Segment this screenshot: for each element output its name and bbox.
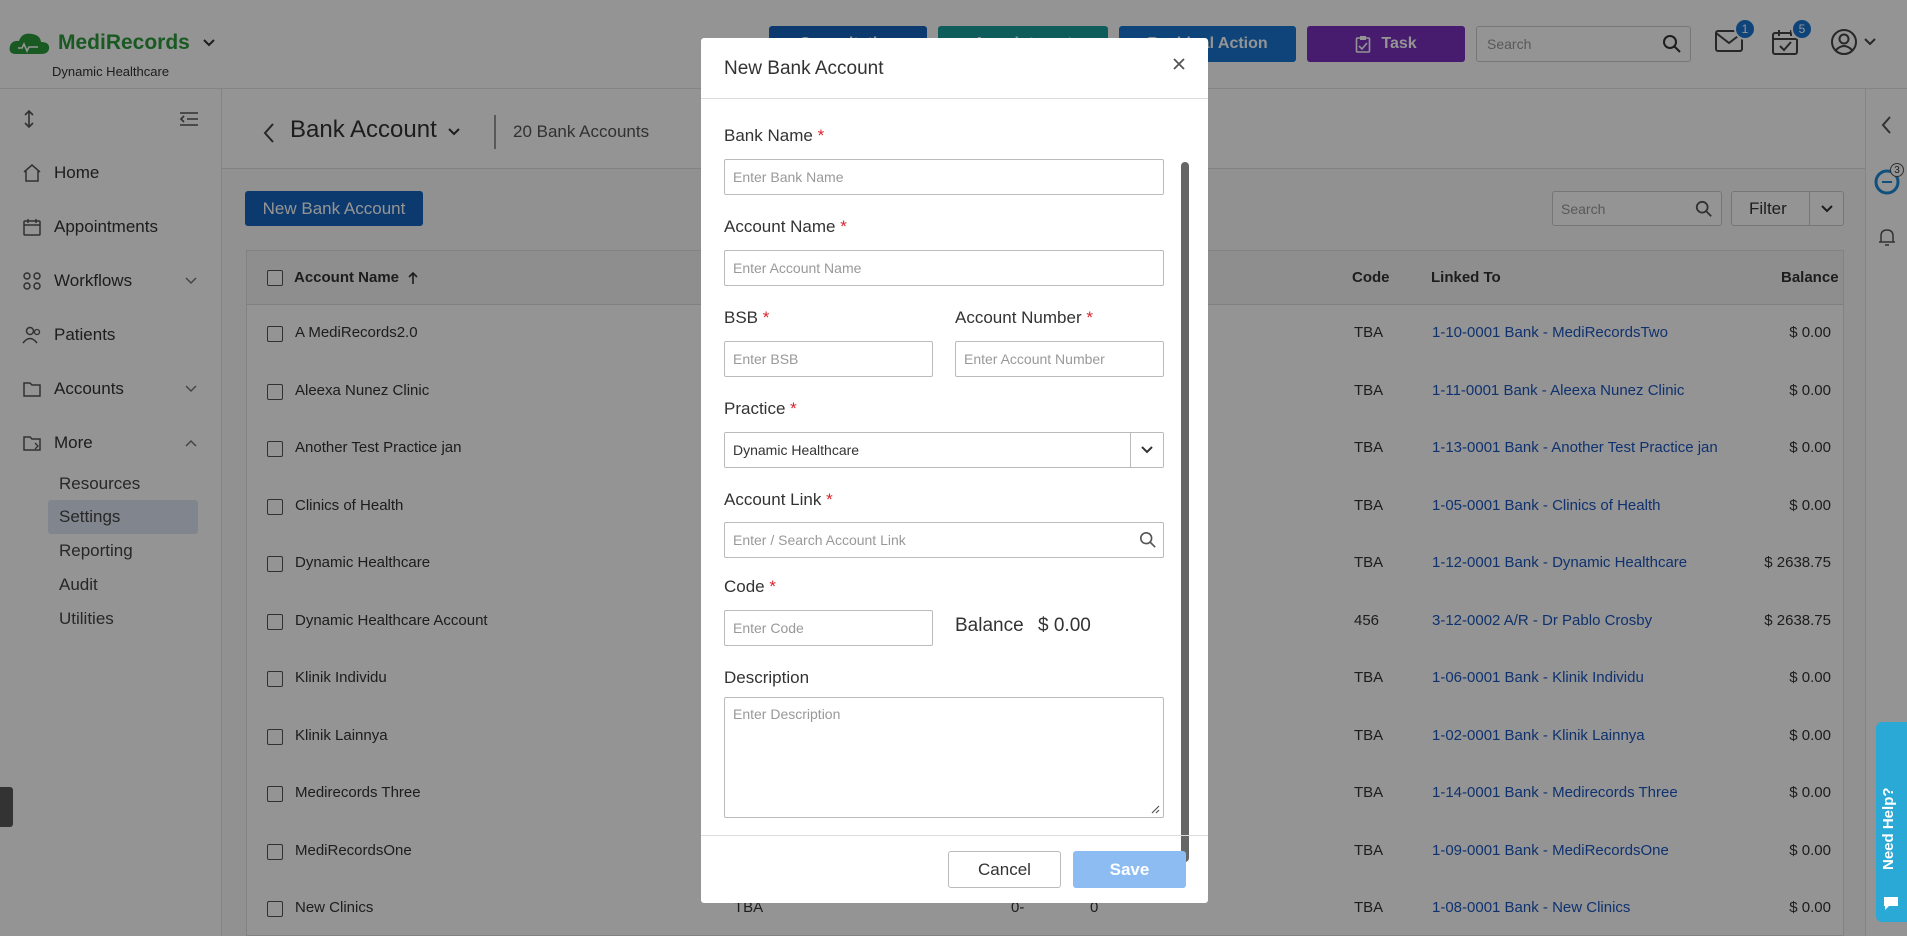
save-button[interactable]: Save — [1073, 851, 1186, 888]
need-help-button[interactable]: Need Help? — [1876, 722, 1907, 922]
balance-label: Balance — [955, 615, 1024, 636]
balance-value: $ 0.00 — [1038, 615, 1091, 636]
new-bank-account-modal: New Bank Account Bank Name * Enter Bank … — [701, 38, 1208, 903]
account-number-input[interactable]: Enter Account Number — [955, 341, 1164, 377]
modal-title: New Bank Account — [724, 58, 884, 79]
need-help-label: Need Help? — [1880, 787, 1897, 870]
bsb-input[interactable]: Enter BSB — [724, 341, 933, 377]
account-name-label: Account Name * — [724, 217, 847, 236]
modal-scrollbar[interactable] — [1181, 162, 1189, 862]
account-link-label: Account Link * — [724, 490, 833, 509]
account-number-label: Account Number * — [955, 308, 1093, 327]
bank-name-label: Bank Name * — [724, 126, 825, 145]
cancel-button[interactable]: Cancel — [948, 851, 1061, 888]
code-label: Code * — [724, 577, 776, 596]
practice-label: Practice * — [724, 399, 797, 418]
bank-name-input[interactable]: Enter Bank Name — [724, 159, 1164, 195]
chat-bubble-icon — [1884, 897, 1898, 910]
chevron-down-icon[interactable] — [1140, 445, 1154, 455]
close-icon[interactable] — [1171, 56, 1187, 72]
modal-header: New Bank Account — [701, 38, 1208, 99]
account-link-input[interactable]: Enter / Search Account Link — [724, 522, 1164, 558]
practice-select[interactable]: Dynamic Healthcare — [724, 432, 1164, 468]
side-tab-handle[interactable] — [0, 787, 13, 827]
code-input[interactable]: Enter Code — [724, 610, 933, 646]
search-icon[interactable] — [1139, 531, 1157, 549]
bsb-label: BSB * — [724, 308, 770, 327]
resize-handle-icon[interactable] — [1150, 804, 1160, 814]
account-name-input[interactable]: Enter Account Name — [724, 250, 1164, 286]
description-textarea[interactable]: Enter Description — [724, 697, 1164, 818]
description-label: Description — [724, 668, 810, 687]
